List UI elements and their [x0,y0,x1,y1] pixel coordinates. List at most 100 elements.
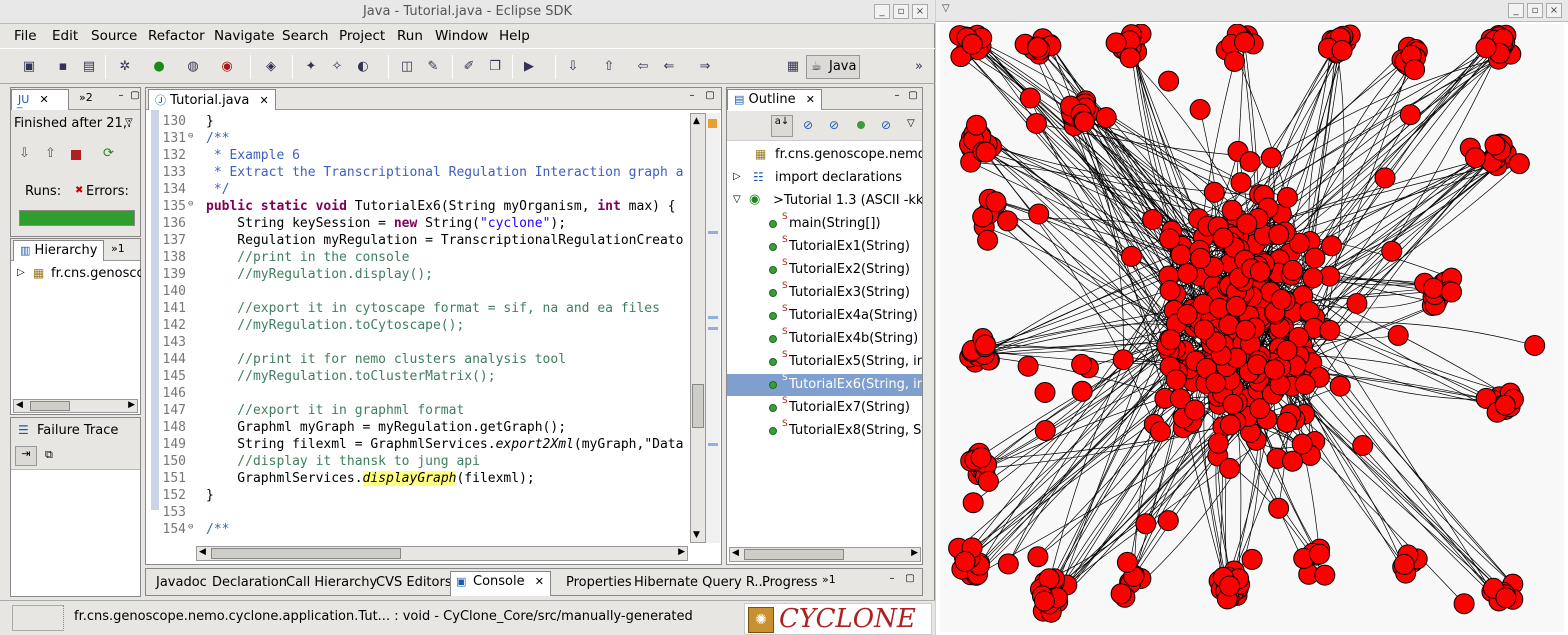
minimize-view-icon[interactable]: – [886,574,898,586]
graph-node[interactable] [1189,99,1211,120]
scroll-thumb[interactable] [211,548,401,559]
graph-node[interactable] [1019,87,1041,109]
maximize-button[interactable]: ▫ [1527,3,1543,18]
new-class-icon[interactable]: ◐ [354,58,372,76]
graph-node[interactable] [1073,111,1095,133]
graph-node[interactable] [1282,450,1303,472]
graph-node[interactable] [1352,435,1374,456]
outline-item[interactable]: S TutorialEx4a(String) [727,304,922,327]
graph-node[interactable] [1236,213,1258,235]
regulation-graph-canvas[interactable] [940,24,1564,632]
graph-node[interactable] [1135,513,1157,535]
graph-node[interactable] [975,141,997,163]
graph-node[interactable] [1294,374,1316,395]
fold-icon[interactable]: ⊖ [188,522,193,532]
external-tools-icon[interactable]: ◉ [218,58,236,76]
menu-run[interactable]: Run [397,28,423,44]
menu-search[interactable]: Search [282,28,328,44]
graph-node[interactable] [997,553,1019,575]
hide-local-types-icon[interactable]: ⊘ [881,118,891,132]
tab-overflow[interactable]: »2 [73,89,99,110]
maximize-view-icon[interactable]: ▢ [704,91,716,103]
annotation-marker[interactable] [708,316,718,319]
graph-node[interactable] [1329,375,1351,397]
graph-node[interactable] [1393,553,1415,575]
graph-node[interactable] [1270,289,1292,310]
tab-outline[interactable]: ▤ Outline ✕ [727,89,822,110]
filter-stack-icon[interactable]: ⇥ [15,446,37,466]
view-menu-icon[interactable]: ▽ [125,117,133,128]
graph-node[interactable] [997,210,1018,232]
graph-node[interactable] [1184,399,1206,421]
outline-item[interactable]: S TutorialEx6(String, int) [727,373,922,396]
forward-icon[interactable]: ⇒ [696,58,714,76]
window-menu-icon[interactable]: ▽ [942,3,950,14]
graph-node[interactable] [1112,349,1134,371]
graph-node[interactable] [962,492,984,514]
maximize-view-icon[interactable]: ▢ [907,91,919,103]
menu-refactor[interactable]: Refactor [148,28,205,44]
graph-node[interactable] [1219,575,1241,597]
minimize-view-icon[interactable]: – [891,91,903,103]
graph-node[interactable] [1203,181,1225,203]
open-perspective-icon[interactable]: ▦ [784,58,802,76]
graph-node[interactable] [1302,267,1324,289]
menu-help[interactable]: Help [499,28,530,44]
minimize-view-icon[interactable]: – [115,91,127,103]
code-line[interactable]: 150 //display it thansk to jung api [148,454,708,471]
graph-node[interactable] [1224,50,1245,72]
view-menu-icon[interactable]: ▽ [907,118,915,129]
scroll-thumb[interactable] [692,384,704,428]
tab-call-hierarchy[interactable]: Call Hierarchy [280,573,383,594]
editor-vscrollbar[interactable]: ▲ ▼ [690,113,706,543]
code-line[interactable]: 146 [148,386,708,403]
outline-item[interactable]: S TutorialEx2(String) [727,258,922,281]
code-line[interactable]: 152} [148,488,708,505]
graph-node[interactable] [1033,590,1055,612]
annotation-marker[interactable] [708,231,718,234]
graph-node[interactable] [1276,340,1298,361]
graph-node[interactable] [1319,319,1341,341]
scroll-thumb[interactable] [30,401,70,411]
scroll-right-icon[interactable]: ▶ [128,400,135,410]
next-failure-icon[interactable]: ⇩ [19,146,30,161]
close-icon[interactable]: ✕ [535,575,544,588]
run-icon[interactable]: ● [150,58,168,76]
outline-item[interactable]: S TutorialEx8(String, Stri [727,419,922,442]
new-package-icon[interactable]: ✧ [328,58,346,76]
graph-node[interactable] [1484,134,1506,156]
close-icon[interactable]: ✕ [39,93,48,106]
graph-node[interactable] [954,551,976,572]
graph-node[interactable] [1071,353,1093,375]
fold-icon[interactable]: ⊖ [188,131,193,141]
graph-node[interactable] [1309,543,1330,565]
print-icon[interactable]: ▤ [80,58,98,76]
annotation-marker[interactable] [708,327,718,330]
graph-node[interactable] [1190,247,1212,269]
graph-node[interactable] [1494,394,1516,416]
graph-node[interactable] [1264,359,1285,381]
outline-item[interactable]: ▦ fr.cns.genoscope.nemo.cy [727,144,922,166]
tab-junit[interactable]: J̲U ✕ [11,89,69,110]
graph-node[interactable] [1027,546,1049,568]
graph-node[interactable] [961,33,983,55]
graph-node[interactable] [1205,372,1227,394]
graph-node[interactable] [1399,104,1421,126]
code-line[interactable]: 143 [148,335,708,352]
sort-icon[interactable]: a↓ [771,115,793,137]
code-editor[interactable]: 130} 131/** ⊖ 132 * Example 6 133 * Extract … [148,110,721,562]
tab-tutorial-java[interactable]: Ⓙ Tutorial.java ✕ [148,89,276,110]
graph-node[interactable] [1282,259,1304,281]
tab-progress[interactable]: Progress [756,573,823,594]
close-icon[interactable]: ✕ [806,93,815,106]
code-line[interactable]: 153 [148,505,708,522]
tab-properties[interactable]: Properties [560,573,638,594]
graph-node[interactable] [1249,261,1271,282]
server-icon[interactable]: ◈ [262,58,280,76]
graph-node[interactable] [966,114,987,136]
menu-navigate[interactable]: Navigate [214,28,275,44]
warning-marker[interactable] [708,119,717,128]
graph-node[interactable] [1475,37,1497,59]
graph-node[interactable] [1193,319,1215,341]
graph-node[interactable] [1441,281,1462,303]
